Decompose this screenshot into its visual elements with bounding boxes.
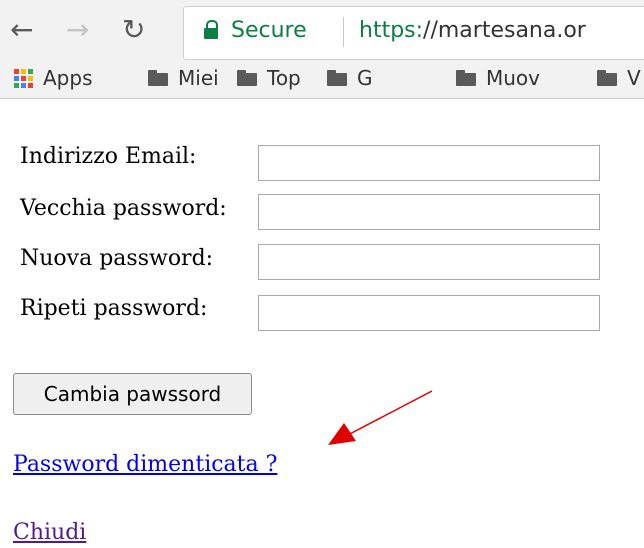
folder-icon	[597, 70, 617, 86]
new-password-label: Nuova password:	[20, 246, 214, 271]
bookmark-label: Muov	[486, 66, 541, 90]
back-arrow-icon[interactable]: ←	[10, 12, 33, 48]
change-password-button[interactable]: Cambia pawssord	[13, 373, 252, 415]
address-url: https://martesana.or	[359, 18, 586, 43]
repeat-password-field[interactable]	[258, 295, 600, 331]
bookmark-apps[interactable]: Apps	[14, 66, 93, 90]
folder-icon	[148, 70, 168, 86]
old-password-field[interactable]	[258, 194, 600, 230]
new-password-field[interactable]	[258, 244, 600, 280]
annotation-arrow-icon	[328, 390, 433, 445]
close-link[interactable]: Chiudi	[13, 520, 86, 545]
security-label: Secure	[231, 18, 307, 43]
apps-grid-icon	[14, 68, 33, 88]
url-scheme: https:	[359, 18, 424, 43]
folder-icon	[327, 70, 347, 86]
email-label: Indirizzo Email:	[20, 144, 197, 169]
reload-icon[interactable]: ↻	[122, 12, 145, 48]
bookmark-muov[interactable]: Muov	[456, 66, 540, 90]
forward-arrow-icon[interactable]: →	[66, 12, 89, 48]
old-password-label: Vecchia password:	[20, 196, 227, 221]
bookmark-v[interactable]: V	[597, 66, 641, 90]
bookmark-g[interactable]: G	[327, 66, 373, 90]
folder-icon	[237, 70, 257, 86]
bookmarks-bar: Apps Miei Top G Muov V	[0, 60, 644, 99]
browser-toolbar: ← → ↻ Secure https://martesana.or	[0, 0, 644, 60]
forgot-password-link[interactable]: Password dimenticata ?	[13, 452, 277, 477]
bookmark-label: Apps	[43, 66, 93, 90]
bookmark-top[interactable]: Top	[237, 66, 301, 90]
bookmark-label: Top	[267, 66, 301, 90]
repeat-password-label: Ripeti password:	[20, 296, 208, 321]
lock-icon	[204, 20, 218, 39]
bookmark-miei[interactable]: Miei	[148, 66, 219, 90]
url-host: //martesana.or	[423, 18, 586, 43]
folder-icon	[456, 70, 476, 86]
bookmark-label: G	[357, 66, 373, 90]
email-field[interactable]	[258, 145, 600, 181]
bookmark-label: V	[627, 66, 641, 90]
bookmark-label: Miei	[178, 66, 219, 90]
address-bar[interactable]: Secure https://martesana.or	[183, 6, 644, 60]
address-separator	[343, 17, 344, 47]
